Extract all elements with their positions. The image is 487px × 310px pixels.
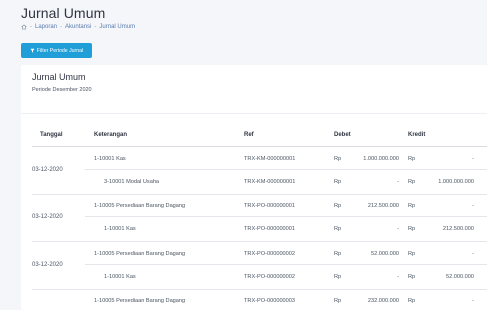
kredit-currency: Rp — [408, 156, 416, 162]
entry-kredit: - — [472, 298, 474, 304]
breadcrumb-item-jurnal-umum: Jurnal Umum — [99, 24, 136, 30]
entry-debet: - — [397, 274, 399, 280]
entry-debet: 52.000.000 — [371, 251, 399, 257]
breadcrumb: - Laporan - Akuntansi - Jurnal Umum — [21, 24, 135, 30]
entry-date: 03-12-2020 — [32, 262, 63, 268]
column-header-ref: Ref — [244, 132, 254, 138]
entry-debet: 212.500.000 — [367, 203, 399, 209]
entry-kredit: 52.000.000 — [446, 274, 474, 280]
entry-ref[interactable]: TRX-PO-000000001 — [244, 226, 295, 232]
row-divider — [85, 216, 487, 217]
entry-keterangan: 1-10001 Kas — [104, 226, 136, 232]
kredit-currency: Rp — [408, 251, 416, 257]
page-title: Jurnal Umum — [21, 5, 106, 21]
entry-debet: 232.000.000 — [367, 298, 399, 304]
filter-button-label: Filter Periode Jurnal — [36, 47, 84, 54]
entry-ref[interactable]: TRX-KM-000000001 — [244, 156, 295, 162]
kredit-currency: Rp — [408, 203, 416, 209]
column-header-keterangan: Keterangan — [94, 132, 128, 138]
entry-ref[interactable]: TRX-PO-000000003 — [244, 298, 295, 304]
home-icon[interactable] — [21, 24, 27, 30]
entry-kredit: - — [472, 203, 474, 209]
column-header-kredit: Kredit — [408, 132, 426, 138]
filter-icon — [30, 48, 35, 53]
entry-ref[interactable]: TRX-PO-000000001 — [244, 203, 295, 209]
card-period: Periode Desember 2020 — [32, 87, 92, 93]
entry-kredit: 212.500.000 — [442, 226, 474, 232]
breadcrumb-separator: - — [60, 24, 63, 30]
kredit-currency: Rp — [408, 274, 416, 280]
entry-kredit: 1.000.000.000 — [438, 179, 474, 185]
filter-periode-button[interactable]: Filter Periode Jurnal — [21, 43, 92, 58]
entry-ref[interactable]: TRX-PO-000000002 — [244, 251, 295, 257]
journal-card: Jurnal Umum Periode Desember 2020 Tangga… — [21, 65, 487, 310]
entry-date: 03-12-2020 — [32, 167, 63, 173]
column-header-tanggal: Tanggal — [40, 132, 63, 138]
entry-keterangan: 1-10001 Kas — [104, 274, 136, 280]
breadcrumb-item-laporan[interactable]: Laporan — [35, 24, 57, 30]
entry-keterangan: 1-10005 Persediaan Barang Dagang — [94, 203, 186, 209]
row-divider — [85, 264, 487, 265]
card-title: Jurnal Umum — [32, 72, 86, 82]
column-header-debet: Debet — [334, 132, 351, 138]
kredit-currency: Rp — [408, 226, 416, 232]
entry-keterangan: 1-10005 Persediaan Barang Dagang — [94, 298, 186, 304]
entry-debet: - — [397, 226, 399, 232]
header-divider — [32, 146, 487, 147]
kredit-currency: Rp — [408, 298, 416, 304]
entry-keterangan: 1-10001 Kas — [94, 156, 126, 162]
kredit-currency: Rp — [408, 179, 416, 185]
breadcrumb-item-akuntansi[interactable]: Akuntansi — [65, 24, 91, 30]
group-divider — [32, 241, 487, 242]
entry-debet: 1.000.000.000 — [363, 156, 399, 162]
breadcrumb-separator: - — [94, 24, 97, 30]
entry-kredit: - — [472, 251, 474, 257]
entry-kredit: - — [472, 156, 474, 162]
entry-date: 03-12-2020 — [32, 214, 63, 220]
group-divider — [32, 289, 487, 290]
breadcrumb-separator: - — [30, 24, 32, 30]
card-divider — [21, 113, 487, 114]
entry-keterangan: 1-10005 Persediaan Barang Dagang — [94, 251, 186, 257]
entry-keterangan: 3-10001 Modal Usaha — [104, 179, 160, 185]
entry-ref[interactable]: TRX-PO-000000002 — [244, 274, 295, 280]
entry-debet: - — [397, 179, 399, 185]
entry-ref[interactable]: TRX-KM-000000001 — [244, 179, 295, 185]
row-divider — [85, 169, 487, 170]
group-divider — [32, 194, 487, 195]
